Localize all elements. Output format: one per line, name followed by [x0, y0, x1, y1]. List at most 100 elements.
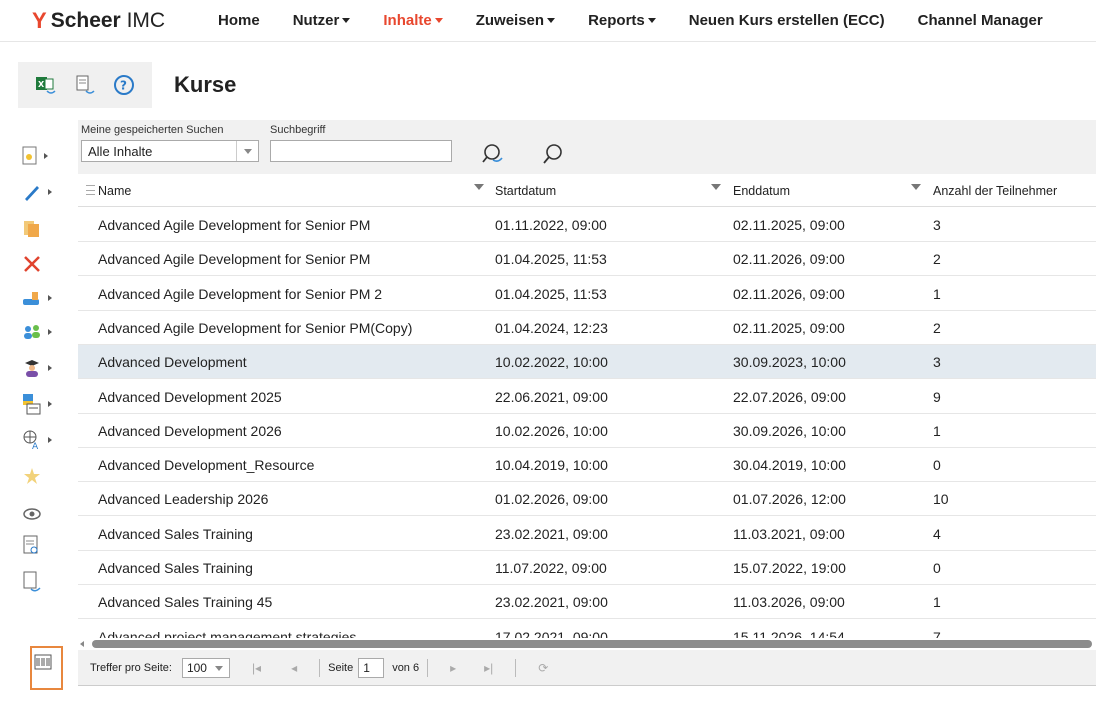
svg-text:?: ?: [120, 79, 127, 93]
cell-enddatum: 02.11.2026, 09:00: [733, 251, 845, 268]
nav-home-label: Home: [218, 12, 260, 29]
search-button[interactable]: [538, 140, 568, 168]
cell-startdatum: 01.11.2022, 09:00: [495, 217, 607, 233]
table-row[interactable]: Advanced Development 10.02.2022, 10:00 30.…: [78, 345, 1096, 380]
nav-channel-manager[interactable]: Channel Manager: [918, 12, 1043, 29]
assign-button[interactable]: [22, 284, 62, 312]
table-row[interactable]: Advanced Agile Development for Senior PM…: [78, 311, 1096, 345]
help-icon[interactable]: ?: [113, 74, 135, 96]
scheer-imc-logo[interactable]: Y Scheer IMC: [32, 8, 218, 34]
table-row[interactable]: Advanced project management strategies 17…: [78, 620, 1096, 638]
per-page-value: 100: [186, 660, 207, 675]
trainer-button[interactable]: [22, 354, 62, 382]
cell-teilnehmer: 1: [933, 285, 941, 302]
logo-text-regular: IMC: [120, 8, 166, 32]
table-row[interactable]: Advanced Sales Training 23.02.2021, 09:00…: [78, 517, 1096, 551]
users-button[interactable]: [22, 318, 62, 346]
page-number-input[interactable]: 1: [358, 657, 385, 678]
last-page-icon[interactable]: ▸|: [484, 661, 493, 675]
chevron-down-icon: [547, 18, 556, 23]
table-row[interactable]: Advanced Sales Training 11.07.2022, 09:00…: [78, 551, 1096, 585]
cell-name: Advanced project management strategies: [98, 628, 357, 638]
table-row[interactable]: Advanced Agile Development for Senior PM…: [78, 242, 1096, 277]
action-sidebar: A: [8, 120, 70, 710]
cell-enddatum: 02.11.2025, 09:00: [733, 217, 845, 233]
horizontal-scrollbar[interactable]: [78, 638, 1096, 650]
pagination-bar: Treffer pro Seite: 100 |◂ ◂ Seite 1 von …: [78, 650, 1096, 686]
cell-teilnehmer: 2: [933, 319, 941, 336]
table-row[interactable]: Advanced Development 2026 10.02.2026, 10:…: [78, 414, 1096, 448]
next-page-icon[interactable]: ▸: [450, 661, 456, 675]
chevron-down-icon[interactable]: [911, 184, 921, 190]
courses-grid: Meine gespeicherten Suchen Suchbegriff A…: [78, 120, 1096, 686]
rating-icon: [24, 468, 40, 484]
delete-button[interactable]: [22, 250, 62, 278]
cell-startdatum: 17.02.2021, 09:00: [495, 628, 608, 638]
column-header-name[interactable]: Name: [98, 174, 131, 207]
cell-enddatum: 30.09.2023, 10:00: [733, 354, 846, 371]
separator: [319, 658, 321, 677]
column-header-enddatum[interactable]: Enddatum: [733, 174, 790, 207]
excel-export-icon[interactable]: X: [35, 74, 57, 96]
grid-rows: Advanced Agile Development for Senior PM…: [78, 208, 1096, 638]
separator: [427, 658, 429, 677]
document-export-icon[interactable]: [74, 74, 96, 96]
scroll-left-icon[interactable]: [80, 641, 84, 647]
table-row[interactable]: Advanced Agile Development for Senior PM…: [78, 208, 1096, 242]
export-toolbox: X ?: [18, 62, 152, 108]
previous-page-icon[interactable]: ◂: [291, 661, 297, 675]
column-header-startdatum[interactable]: Startdatum: [495, 174, 556, 207]
chevron-down-icon: [342, 18, 351, 23]
search-term-input[interactable]: [270, 140, 452, 162]
rating-button[interactable]: [22, 462, 62, 490]
table-row[interactable]: Advanced Development 2025 22.06.2021, 09:…: [78, 380, 1096, 414]
cell-teilnehmer: 3: [933, 217, 941, 233]
search-bar: Meine gespeicherten Suchen Suchbegriff A…: [78, 120, 1096, 174]
chevron-down-icon[interactable]: [236, 141, 258, 161]
nav-home[interactable]: Home: [218, 12, 260, 29]
nav-nutzer-label: Nutzer: [292, 12, 340, 29]
nav-nutzer[interactable]: Nutzer: [293, 12, 351, 29]
cell-startdatum: 11.07.2022, 09:00: [495, 560, 607, 576]
new-content-button[interactable]: [22, 142, 62, 170]
cell-name: Advanced Development 2026: [98, 422, 282, 439]
copy-button[interactable]: [22, 214, 62, 242]
cell-teilnehmer: 10: [933, 491, 949, 508]
edit-button[interactable]: [22, 178, 62, 206]
export-button[interactable]: [22, 568, 62, 596]
per-page-select[interactable]: 100: [181, 657, 230, 678]
reset-search-button[interactable]: [478, 140, 508, 168]
preview-button[interactable]: [22, 500, 62, 528]
nav-reports-label: Reports: [588, 12, 645, 29]
cell-name: Advanced Development 2025: [98, 388, 282, 405]
catalog-button[interactable]: [22, 390, 62, 418]
cell-name: Advanced Agile Development for Senior PM…: [98, 285, 383, 302]
report-button[interactable]: [22, 532, 62, 560]
refresh-icon[interactable]: ⟳: [538, 661, 548, 675]
nav-inhalte[interactable]: Inhalte: [383, 12, 443, 29]
table-row[interactable]: Advanced Leadership 2026 01.02.2026, 09:0…: [78, 482, 1096, 517]
saved-searches-select[interactable]: Alle Inhalte: [81, 140, 259, 162]
first-page-icon[interactable]: |◂: [252, 661, 261, 675]
table-row[interactable]: Advanced Agile Development for Senior PM…: [78, 277, 1096, 311]
copy-icon: [24, 221, 39, 237]
chevron-down-icon[interactable]: [474, 184, 484, 190]
nav-neuen-kurs[interactable]: Neuen Kurs erstellen (ECC): [689, 12, 885, 29]
column-header-teilnehmer[interactable]: Anzahl der Teilnehmer: [933, 174, 1057, 207]
preview-icon: [23, 508, 41, 520]
cell-name: Advanced Development_Resource: [98, 457, 315, 474]
catalog-icon: [23, 394, 41, 415]
scrollbar-thumb[interactable]: [92, 640, 1092, 648]
nav-zuweisen[interactable]: Zuweisen: [476, 12, 556, 29]
cell-startdatum: 01.04.2025, 11:53: [495, 251, 607, 268]
nav-reports[interactable]: Reports: [588, 12, 656, 29]
cell-name: Advanced Development: [98, 354, 247, 371]
table-row[interactable]: Advanced Development_Resource 10.04.2019,…: [78, 448, 1096, 483]
translate-button[interactable]: A: [22, 426, 62, 454]
nav-channel-manager-label: Channel Manager: [917, 12, 1043, 29]
title-bar: X ? Kurse: [18, 62, 236, 108]
cell-enddatum: 15.11.2026, 14:54: [733, 628, 845, 638]
chevron-down-icon[interactable]: [711, 184, 721, 190]
table-row[interactable]: Advanced Sales Training 45 23.02.2021, 09…: [78, 585, 1096, 620]
column-chooser-icon[interactable]: [86, 185, 95, 195]
